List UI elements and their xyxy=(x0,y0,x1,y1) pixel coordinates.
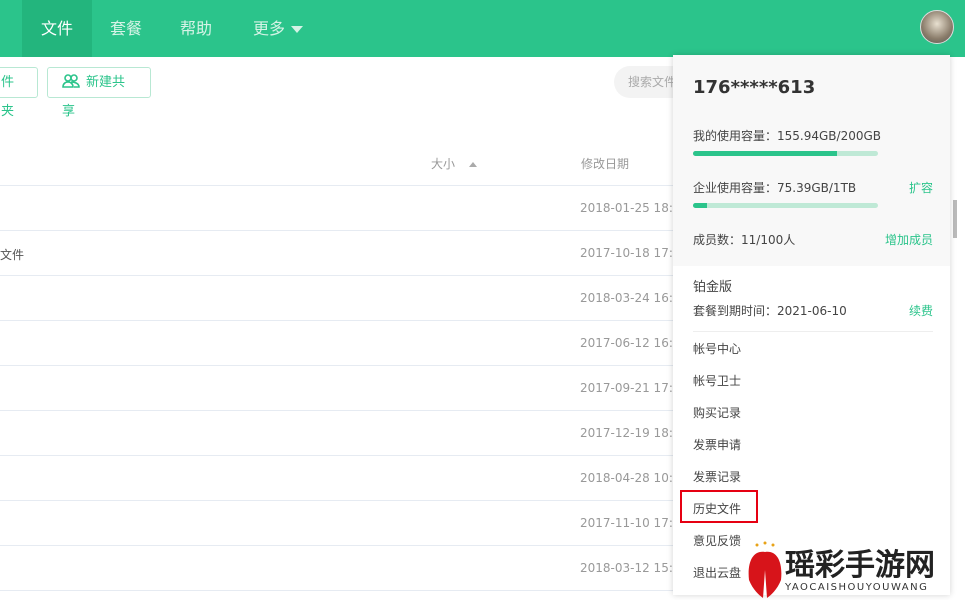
menu-item[interactable]: 帐号卫士 xyxy=(693,372,741,389)
watermark-subtext: YAOCAISHOUYOUWANG xyxy=(785,582,929,593)
sort-asc-icon xyxy=(469,162,478,167)
nav-more-label: 更多 xyxy=(252,19,285,38)
new-share-button[interactable]: 新建共享 xyxy=(47,67,151,119)
file-name: 文件 xyxy=(0,248,25,262)
my-storage-text: 我的使用容量：155.94GB/200GB xyxy=(693,129,881,143)
row-divider xyxy=(0,545,680,546)
avatar[interactable] xyxy=(920,10,954,44)
row-divider xyxy=(0,410,680,411)
chevron-down-icon xyxy=(291,26,303,33)
menu-item[interactable]: 意见反馈 xyxy=(693,532,741,549)
menu-item[interactable]: 购买记录 xyxy=(693,404,741,421)
modified-date: 2018-03-12 15:0 xyxy=(580,561,681,575)
modified-date: 2017-06-12 16:3 xyxy=(580,336,681,350)
enterprise-storage-bar xyxy=(693,203,878,208)
row-divider xyxy=(0,455,680,456)
row-divider xyxy=(0,320,680,321)
nav-plans[interactable]: 套餐 xyxy=(92,0,160,57)
new-folder-button[interactable]: 件夹 xyxy=(0,67,38,119)
modified-date: 2017-10-18 17:2 xyxy=(580,246,681,260)
plan-expiry: 套餐到期时间：2021-06-10 xyxy=(693,304,847,318)
modified-date: 2018-01-25 18:4 xyxy=(580,201,681,215)
expand-link[interactable]: 扩容 xyxy=(909,179,933,196)
account-phone: 176*****613 xyxy=(693,77,816,98)
new-folder-label: 件夹 xyxy=(1,75,15,119)
row-divider xyxy=(0,365,680,366)
nav-help[interactable]: 帮助 xyxy=(162,0,230,57)
menu-item[interactable]: 退出云盘 xyxy=(693,564,741,581)
modified-date: 2017-09-21 17:4 xyxy=(580,381,681,395)
column-header-size[interactable]: 大小 xyxy=(431,155,478,172)
row-divider xyxy=(0,590,680,591)
enterprise-storage-text: 企业使用容量：75.39GB/1TB xyxy=(693,181,857,195)
row-divider xyxy=(0,185,680,186)
modified-date: 2017-12-19 18:5 xyxy=(580,426,681,440)
row-divider xyxy=(0,230,680,231)
divider xyxy=(693,331,933,332)
watermark-text: 瑶彩手游网 xyxy=(785,548,935,583)
modified-date: 2018-03-24 16:0 xyxy=(580,291,681,305)
add-members-link[interactable]: 增加成员 xyxy=(885,231,933,248)
modified-date: 2018-04-28 10:4 xyxy=(580,471,681,485)
top-nav-bar: 文件 套餐 帮助 更多 xyxy=(0,0,965,57)
my-storage-bar xyxy=(693,151,878,156)
menu-item[interactable]: 发票记录 xyxy=(693,468,741,485)
scrollbar[interactable] xyxy=(953,200,957,238)
menu-item[interactable]: 发票申请 xyxy=(693,436,741,453)
watermark-logo: 瑶彩手游网 YAOCAISHOUYOUWANG xyxy=(745,540,960,600)
modified-date: 2017-11-10 17:3 xyxy=(580,516,681,530)
nav-more[interactable]: 更多 xyxy=(238,0,318,57)
plan-name: 铂金版 xyxy=(693,280,733,295)
renew-link[interactable]: 续费 xyxy=(909,302,933,319)
size-label: 大小 xyxy=(431,157,456,171)
row-divider xyxy=(0,500,680,501)
members-text: 成员数：11/100人 xyxy=(693,233,796,247)
nav-files[interactable]: 文件 xyxy=(22,0,92,57)
menu-item[interactable]: 帐号中心 xyxy=(693,340,741,357)
users-icon xyxy=(62,74,80,88)
highlight-box xyxy=(680,490,758,523)
column-header-modified[interactable]: 修改日期 xyxy=(581,155,629,172)
phoenix-logo-icon xyxy=(748,541,782,598)
row-divider xyxy=(0,275,680,276)
